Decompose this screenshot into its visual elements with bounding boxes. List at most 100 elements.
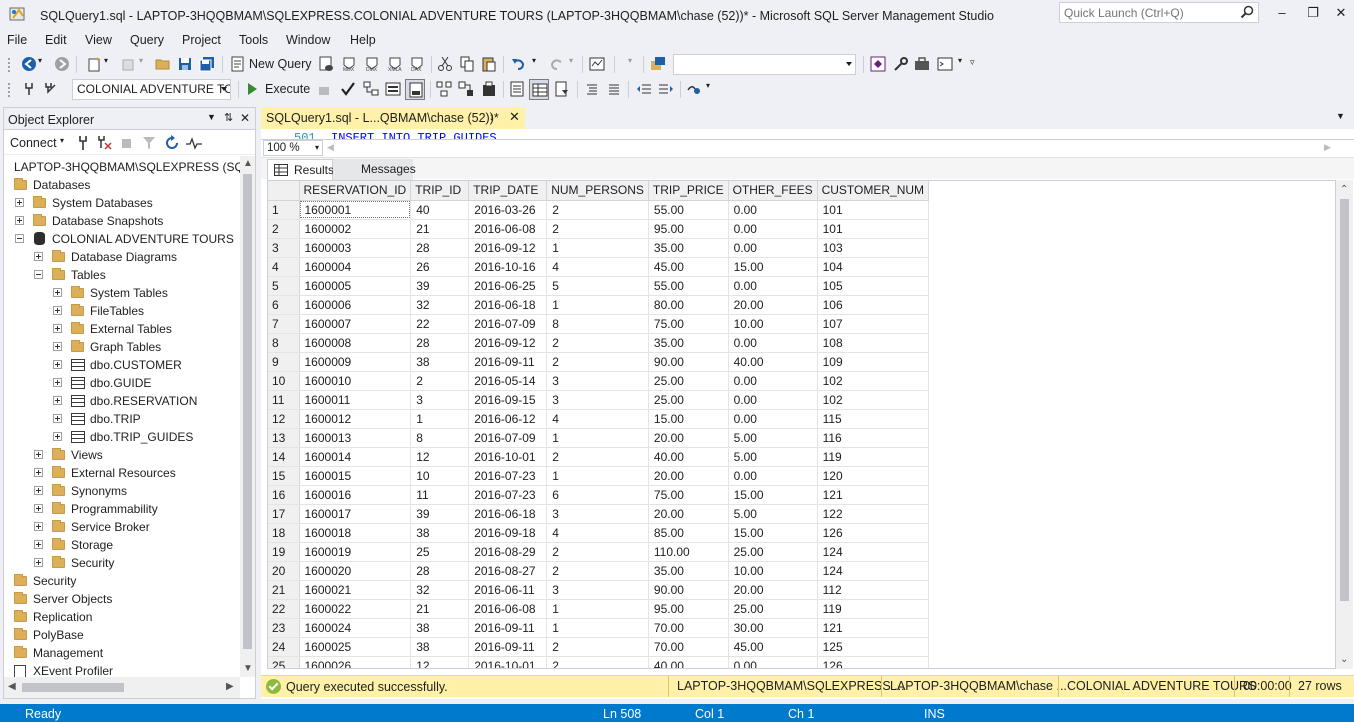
table-cell[interactable]: 26 <box>410 257 470 277</box>
column-header[interactable]: RESERVATION_ID <box>299 181 412 201</box>
table-row[interactable]: 24 1600025 38 2016-09-11 2 70.00 45.00 125 <box>268 637 930 657</box>
new-project-icon[interactable] <box>86 56 102 72</box>
table-row[interactable]: 22 1600022 21 2016-06-08 1 95.00 25.00 119 <box>268 599 930 619</box>
row-number-cell[interactable]: 21 <box>268 580 300 600</box>
table-cell[interactable]: 75.00 <box>648 485 729 505</box>
column-header[interactable]: CUSTOMER_NUM <box>817 181 930 201</box>
table-cell[interactable]: 5.00 <box>728 428 818 448</box>
table-cell[interactable]: 38 <box>410 637 470 657</box>
execute-button[interactable]: Execute <box>245 77 313 102</box>
table-cell[interactable]: 3 <box>546 580 649 600</box>
row-number-cell[interactable]: 5 <box>268 276 300 296</box>
row-number-cell[interactable]: 7 <box>268 314 300 334</box>
table-cell[interactable]: 2016-06-12 <box>468 409 548 429</box>
scroll-right-arrow[interactable]: ▶ <box>226 681 234 692</box>
table-cell[interactable]: 55.00 <box>648 200 729 220</box>
table-cell[interactable]: 25.00 <box>648 371 729 391</box>
table-cell[interactable]: 1600002 <box>299 219 412 239</box>
table-cell[interactable]: 30.00 <box>728 618 818 638</box>
table-cell[interactable]: 20.00 <box>648 504 729 524</box>
available-databases-select[interactable]: COLONIAL ADVENTURE TO <box>72 79 231 100</box>
table-cell[interactable]: 40.00 <box>648 447 729 467</box>
display-estimated-plan-icon[interactable] <box>363 81 379 97</box>
table-cell[interactable]: 12 <box>410 656 470 668</box>
row-number-cell[interactable]: 24 <box>268 637 300 657</box>
table-cell[interactable]: 4 <box>546 257 649 277</box>
row-number-cell[interactable]: 1 <box>268 200 300 220</box>
toolbar-options-icon[interactable]: ▿ <box>970 57 975 68</box>
minimize-button[interactable]: – <box>1271 4 1293 22</box>
live-query-statistics-icon[interactable] <box>458 81 474 97</box>
table-cell[interactable]: 1600021 <box>299 580 412 600</box>
table-row[interactable]: 2 1600002 21 2016-06-08 2 95.00 0.00 101 <box>268 219 930 239</box>
table-cell[interactable]: 112 <box>817 580 930 600</box>
table-cell[interactable]: 70.00 <box>648 637 729 657</box>
table-row[interactable]: 21 1600021 32 2016-06-11 3 90.00 20.00 112 <box>268 580 930 600</box>
table-cell[interactable]: 119 <box>817 447 930 467</box>
copy-icon[interactable] <box>459 56 475 72</box>
table-cell[interactable]: 2 <box>546 656 649 668</box>
table-cell[interactable]: 1600025 <box>299 637 412 657</box>
table-row[interactable]: 12 1600012 1 2016-06-12 4 15.00 0.00 115 <box>268 409 930 429</box>
panel-close-icon[interactable]: ✕ <box>240 111 250 125</box>
database-engine-query-icon[interactable] <box>318 56 334 72</box>
expand-icon[interactable] <box>34 558 43 567</box>
table-cell[interactable]: 5.00 <box>728 447 818 467</box>
row-number-cell[interactable]: 11 <box>268 390 300 410</box>
table-cell[interactable]: 0.00 <box>728 200 818 220</box>
table-cell[interactable]: 1600015 <box>299 466 412 486</box>
quick-launch-input[interactable] <box>1060 3 1235 22</box>
scroll-thumb[interactable] <box>22 683 124 692</box>
table-cell[interactable]: 115 <box>817 409 930 429</box>
table-cell[interactable]: 35.00 <box>648 238 729 258</box>
expand-icon[interactable] <box>15 216 24 225</box>
table-cell[interactable]: 2016-07-23 <box>468 466 548 486</box>
new-query-button[interactable]: New Query <box>229 52 312 77</box>
table-cell[interactable]: 10 <box>410 466 470 486</box>
table-cell[interactable]: 35.00 <box>648 561 729 581</box>
table-cell[interactable]: 2016-09-11 <box>468 352 548 372</box>
table-cell[interactable]: 102 <box>817 390 930 410</box>
results-to-file-toggle[interactable] <box>405 79 425 100</box>
table-cell[interactable]: 1600012 <box>299 409 412 429</box>
specify-template-values-icon[interactable] <box>686 81 702 97</box>
table-row[interactable]: 16 1600016 11 2016-07-23 6 75.00 15.00 121 <box>268 485 930 505</box>
collapse-icon[interactable] <box>15 234 24 243</box>
table-cell[interactable]: 70.00 <box>648 618 729 638</box>
table-cell[interactable]: 2016-07-23 <box>468 485 548 505</box>
table-cell[interactable]: 0.00 <box>728 333 818 353</box>
connect-button[interactable]: Connect <box>10 136 57 150</box>
table-cell[interactable]: 2016-05-14 <box>468 371 548 391</box>
row-number-cell[interactable]: 13 <box>268 428 300 448</box>
zoom-dropdown-arrow[interactable]: ▾ <box>315 141 319 155</box>
activity-monitor-icon[interactable] <box>589 56 605 72</box>
table-cell[interactable]: 6 <box>546 485 649 505</box>
scroll-up-arrow[interactable]: ▲ <box>243 158 253 169</box>
table-cell[interactable]: 3 <box>410 390 470 410</box>
table-cell[interactable]: 1600014 <box>299 447 412 467</box>
table-cell[interactable]: 25.00 <box>728 599 818 619</box>
scroll-left-arrow[interactable]: ◀ <box>8 681 16 692</box>
tab-sqlquery1[interactable]: SQLQuery1.sql - L...QBMAM\chase (52))* ↕… <box>261 107 525 129</box>
connect-dropdown-icon[interactable]: ▾ <box>60 136 64 145</box>
table-cell[interactable]: 0.00 <box>728 238 818 258</box>
object-explorer-horizontal-scrollbar[interactable]: ◀ ▶ <box>4 677 240 698</box>
zoom-select[interactable]: 100 % ▾ <box>263 140 323 156</box>
row-number-cell[interactable]: 20 <box>268 561 300 581</box>
table-cell[interactable]: 90.00 <box>648 352 729 372</box>
table-cell[interactable]: 2016-09-15 <box>468 390 548 410</box>
table-cell[interactable]: 120 <box>817 466 930 486</box>
table-cell[interactable]: 1600008 <box>299 333 412 353</box>
table-cell[interactable]: 2016-10-16 <box>468 257 548 277</box>
expand-icon[interactable] <box>53 324 62 333</box>
table-cell[interactable]: 3 <box>546 371 649 391</box>
table-cell[interactable]: 15.00 <box>728 485 818 505</box>
table-cell[interactable]: 2016-06-08 <box>468 219 548 239</box>
include-actual-plan-icon[interactable] <box>436 81 452 97</box>
toolbar-grip[interactable] <box>7 57 11 72</box>
cancel-query-icon[interactable] <box>319 87 329 95</box>
table-cell[interactable]: 45.00 <box>728 637 818 657</box>
table-cell[interactable]: 0.00 <box>728 219 818 239</box>
table-cell[interactable]: 2016-08-27 <box>468 561 548 581</box>
table-cell[interactable]: 1600018 <box>299 523 412 543</box>
